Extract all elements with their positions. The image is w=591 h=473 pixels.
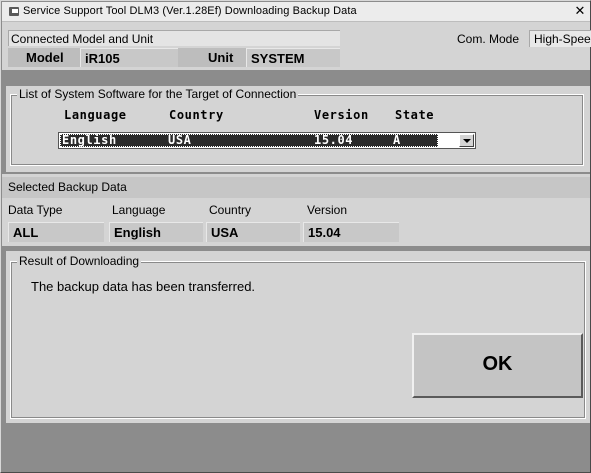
title-bar: Service Support Tool DLM3 (Ver.1.28Ef) D… — [2, 2, 590, 22]
connection-panel: Connected Model and Unit Model iR105 Uni… — [2, 22, 591, 70]
version-value: 15.04 — [303, 222, 399, 242]
close-icon[interactable]: ✕ — [573, 4, 587, 18]
country-label: Country — [209, 203, 252, 217]
chevron-down-icon[interactable] — [459, 134, 474, 147]
window-title: Service Support Tool DLM3 (Ver.1.28Ef) D… — [23, 5, 357, 17]
connection-row: Model iR105 Unit SYSTEM — [8, 48, 340, 67]
selected-software-row[interactable]: English USA 15.04 A — [60, 134, 438, 147]
app-icon — [9, 7, 19, 16]
column-version: Version — [314, 108, 369, 122]
selected-backup-panel: Selected Backup Data Data Type Language … — [2, 174, 590, 246]
result-panel: Result of Downloading The backup data ha… — [6, 251, 590, 423]
selected-backup-header: Selected Backup Data — [2, 177, 590, 198]
system-software-group: List of System Software for the Target o… — [10, 87, 584, 166]
selected-language: English — [62, 133, 117, 147]
country-value: USA — [206, 222, 300, 242]
connection-header: Connected Model and Unit — [8, 30, 340, 46]
model-value: iR105 — [80, 48, 178, 67]
selected-version: 15.04 — [314, 133, 354, 147]
column-country: Country — [169, 108, 224, 122]
com-mode-value: High-Speed — [529, 30, 591, 47]
main-window: Service Support Tool DLM3 (Ver.1.28Ef) D… — [0, 0, 591, 473]
language-label: Language — [112, 203, 166, 217]
unit-value: SYSTEM — [246, 48, 340, 67]
language-value: English — [109, 222, 203, 242]
model-label: Model — [26, 50, 64, 65]
com-mode-label: Com. Mode — [457, 32, 520, 46]
version-label: Version — [307, 203, 348, 217]
selected-country: USA — [168, 133, 192, 147]
column-language: Language — [64, 108, 127, 122]
data-type-value: ALL — [8, 222, 104, 242]
ok-button[interactable]: OK — [412, 333, 583, 398]
column-state: State — [395, 108, 435, 122]
system-software-panel: List of System Software for the Target o… — [6, 86, 590, 172]
system-software-legend: List of System Software for the Target o… — [17, 87, 299, 101]
unit-label: Unit — [208, 50, 234, 65]
software-select[interactable]: English USA 15.04 A — [58, 132, 476, 149]
data-type-label: Data Type — [8, 203, 63, 217]
bottom-area — [2, 431, 590, 472]
result-legend: Result of Downloading — [17, 254, 142, 268]
selected-state: A — [393, 133, 401, 147]
result-message: The backup data has been transferred. — [31, 279, 256, 294]
